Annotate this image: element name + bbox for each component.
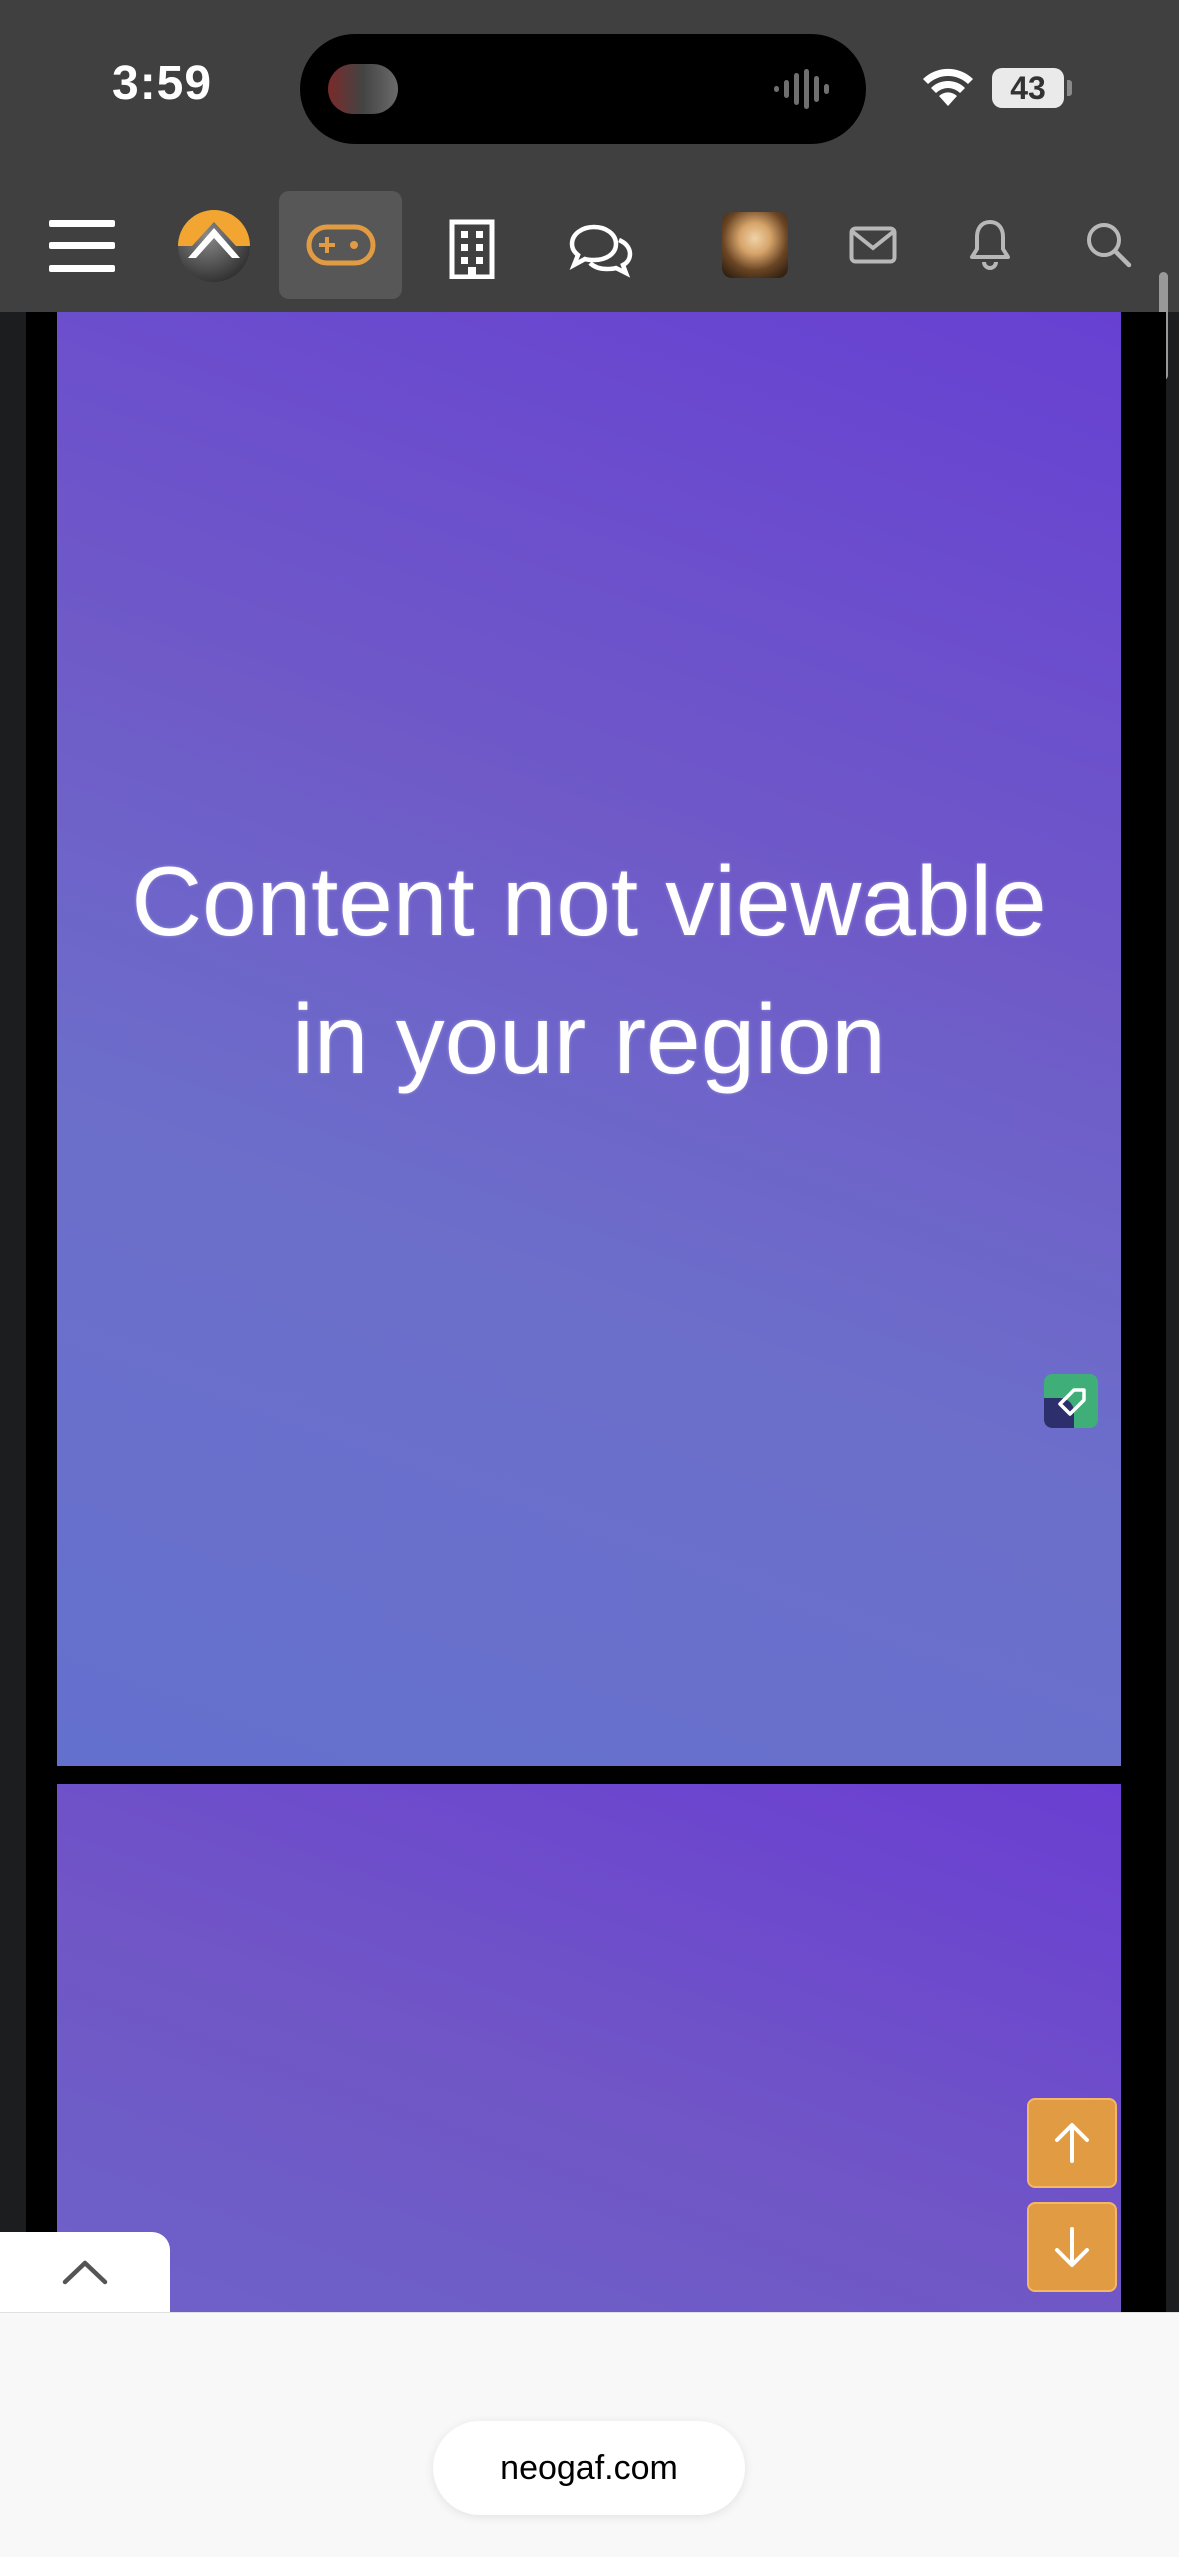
hamburger-icon <box>49 220 115 272</box>
embed-badge-icon <box>1044 1374 1098 1428</box>
dynamic-island[interactable] <box>300 34 866 144</box>
avatar[interactable] <box>722 212 788 278</box>
battery-nub <box>1067 80 1072 96</box>
menu-button[interactable] <box>46 210 118 282</box>
video-thumbnail-icon <box>328 64 398 114</box>
nav-alerts-button[interactable] <box>964 216 1016 272</box>
region-block-message: Content not viewable in your region <box>57 832 1121 1108</box>
chat-bubbles-icon <box>569 224 633 278</box>
neogaf-logo-icon <box>178 210 250 282</box>
scroll-up-button[interactable] <box>1027 2098 1117 2188</box>
status-time: 3:59 <box>112 57 213 110</box>
collapse-toolbar-button[interactable] <box>0 2232 170 2312</box>
building-icon <box>449 219 495 279</box>
nav-inbox-button[interactable] <box>846 221 900 269</box>
waveform-icon <box>774 69 829 109</box>
embedded-media-blocked[interactable]: Content not viewable in your region <box>57 312 1121 1766</box>
embedded-media-second[interactable] <box>57 1784 1121 2314</box>
chevron-up-icon <box>62 2260 108 2285</box>
app-header: 3:59 43 <box>0 0 1179 312</box>
battery-indicator: 43 <box>992 68 1064 108</box>
nav-offtopic-button[interactable] <box>444 218 500 280</box>
region-block-line-1: Content not viewable <box>131 846 1047 956</box>
nav-forums-button[interactable] <box>564 220 636 280</box>
url-bar[interactable]: neogaf.com <box>433 2421 745 2515</box>
search-icon <box>1087 223 1132 268</box>
region-block-line-2: in your region <box>292 984 886 1094</box>
arrow-up-icon <box>1055 2123 1089 2163</box>
nav-gaming-button[interactable] <box>279 191 402 299</box>
wifi-icon <box>923 68 973 106</box>
scroll-down-button[interactable] <box>1027 2202 1117 2292</box>
gamepad-icon <box>306 224 375 266</box>
envelope-icon <box>849 226 897 264</box>
bell-icon <box>970 220 1010 270</box>
browser-bottom-bar: neogaf.com <box>0 2312 1179 2557</box>
search-button[interactable] <box>1080 216 1136 272</box>
arrow-down-icon <box>1055 2227 1089 2267</box>
home-logo-button[interactable] <box>176 208 252 284</box>
